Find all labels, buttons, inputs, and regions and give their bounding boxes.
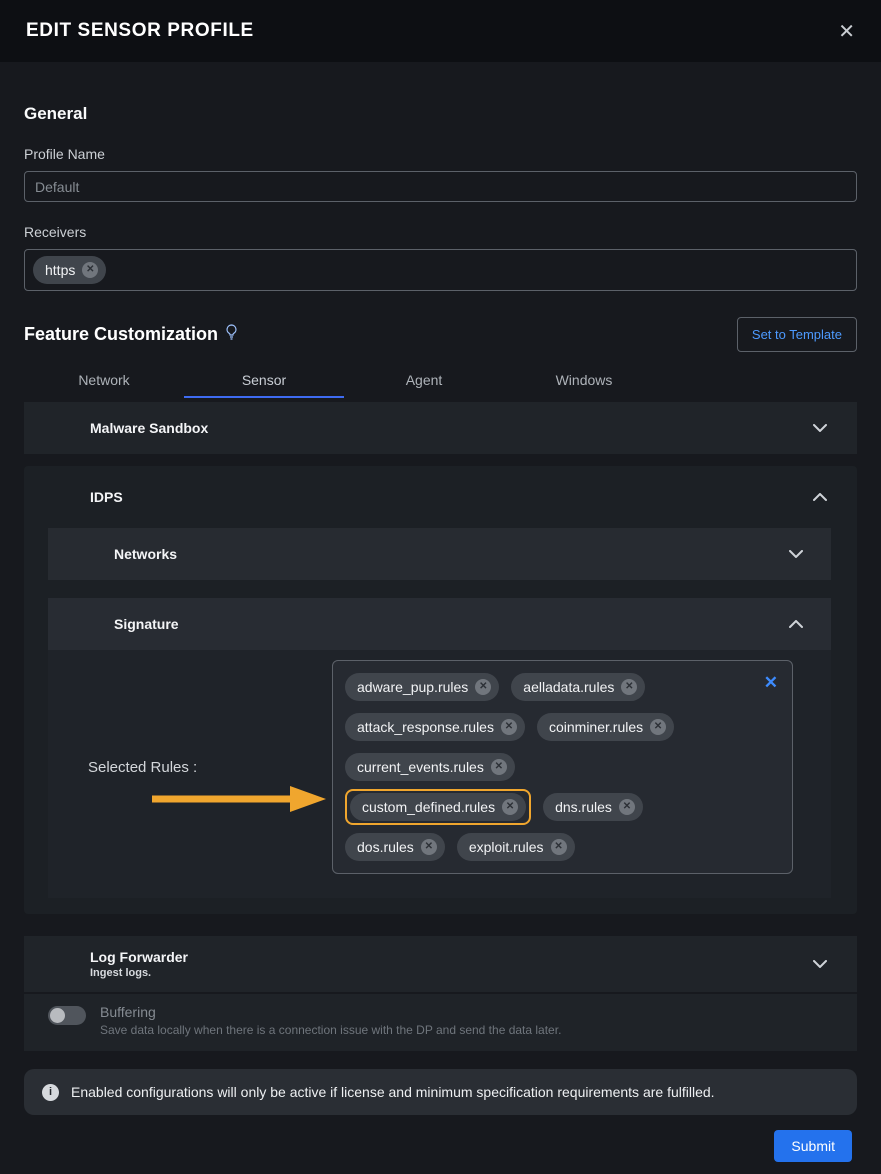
buffering-labels: Buffering Save data locally when there i… [100,1004,561,1037]
receivers-field[interactable]: https ✕ [24,249,857,291]
modal-body: General Profile Name Receivers https ✕ F… [0,104,881,1162]
accordion-networks[interactable]: Networks [48,528,831,580]
rule-chip-row: custom_defined.rules ✕ dns.rules ✕ [339,787,786,827]
receivers-label: Receivers [24,224,857,240]
accordion-idps[interactable]: IDPS [24,466,857,528]
submit-button[interactable]: Submit [774,1130,852,1162]
buffering-description: Save data locally when there is a connec… [100,1023,561,1037]
log-forwarder-sublabel: Ingest logs. [90,967,188,979]
rule-chip: adware_pup.rules ✕ [345,673,499,701]
log-forwarder-label: Log Forwarder [90,949,188,965]
info-banner: i Enabled configurations will only be ac… [24,1069,857,1115]
close-icon[interactable]: ✕ [838,19,855,44]
buffering-row: Buffering Save data locally when there i… [24,994,857,1051]
accordion-log-forwarder[interactable]: Log Forwarder Ingest logs. [24,936,857,992]
rule-chip-label: exploit.rules [469,839,544,855]
rule-chip: coinminer.rules ✕ [537,713,674,741]
page-title: EDIT SENSOR PROFILE [26,20,254,42]
profile-name-input[interactable] [24,171,857,202]
chevron-up-icon[interactable] [789,615,803,633]
tab-network[interactable]: Network [24,362,184,398]
rule-chip: dns.rules ✕ [543,793,643,821]
toggle-knob [50,1008,65,1023]
remove-rule-icon[interactable]: ✕ [502,799,518,815]
rule-chip-label: current_events.rules [357,759,484,775]
buffering-label: Buffering [100,1004,561,1020]
remove-rule-icon[interactable]: ✕ [551,839,567,855]
rule-chip-label: aelladata.rules [523,679,614,695]
idps-label: IDPS [90,489,123,505]
tab-agent[interactable]: Agent [344,362,504,398]
receiver-chip-label: https [45,262,75,278]
chevron-down-icon[interactable] [789,545,803,563]
rule-chip-label: dns.rules [555,799,612,815]
rule-chip: current_events.rules ✕ [345,753,515,781]
remove-rule-icon[interactable]: ✕ [621,679,637,695]
buffering-toggle[interactable] [48,1006,86,1025]
chevron-down-icon[interactable] [813,419,827,437]
log-forwarder-labels: Log Forwarder Ingest logs. [90,949,188,979]
profile-name-label: Profile Name [24,146,857,162]
signature-content: Selected Rules : ✕ adware_pup.rules ✕ ae… [48,650,831,898]
general-heading: General [24,104,857,124]
rule-chip-row: current_events.rules ✕ [339,747,786,787]
rule-chip-row: attack_response.rules ✕ coinminer.rules … [339,707,786,747]
malware-sandbox-label: Malware Sandbox [90,420,208,436]
remove-rule-icon[interactable]: ✕ [501,719,517,735]
rule-chip: exploit.rules ✕ [457,833,575,861]
rule-chip: dos.rules ✕ [345,833,445,861]
highlight-arrow [150,785,328,813]
remove-rule-icon[interactable]: ✕ [475,679,491,695]
feature-customization-heading: Feature Customization [24,324,237,345]
feature-customization-title: Feature Customization [24,324,218,345]
modal-footer: Submit [24,1130,852,1162]
rule-chip-label: dos.rules [357,839,414,855]
rule-chip-label: adware_pup.rules [357,679,468,695]
lightbulb-icon[interactable] [226,324,237,345]
rule-chip-label: attack_response.rules [357,719,494,735]
idps-panel: IDPS Networks Signature Selected Rules : [24,466,857,914]
selected-rules-multiselect[interactable]: ✕ adware_pup.rules ✕ aelladata.rules ✕ [332,660,793,874]
remove-rule-icon[interactable]: ✕ [421,839,437,855]
feature-tabs: Network Sensor Agent Windows [24,362,857,398]
remove-rule-icon[interactable]: ✕ [619,799,635,815]
set-to-template-button[interactable]: Set to Template [737,317,857,352]
info-banner-text: Enabled configurations will only be acti… [71,1084,715,1100]
rule-chip: attack_response.rules ✕ [345,713,525,741]
remove-receiver-icon[interactable]: ✕ [82,262,98,278]
signature-label: Signature [114,616,179,632]
highlight-outline: custom_defined.rules ✕ [345,789,531,825]
remove-rule-icon[interactable]: ✕ [491,759,507,775]
tab-sensor[interactable]: Sensor [184,362,344,398]
feature-customization-row: Feature Customization Set to Template [24,317,857,352]
rule-chip: aelladata.rules ✕ [511,673,645,701]
rule-chip-label: custom_defined.rules [362,799,495,815]
modal-header: EDIT SENSOR PROFILE ✕ [0,0,881,62]
chevron-down-icon[interactable] [813,955,827,973]
selected-rules-label: Selected Rules : [88,759,332,776]
accordion-signature[interactable]: Signature [48,598,831,650]
info-icon: i [42,1084,59,1101]
signature-panel: Signature Selected Rules : ✕ adware_pup.… [48,598,831,898]
networks-label: Networks [114,546,177,562]
tab-windows[interactable]: Windows [504,362,664,398]
rule-chip-row: adware_pup.rules ✕ aelladata.rules ✕ [339,667,786,707]
receiver-chip: https ✕ [33,256,106,284]
clear-rules-icon[interactable]: ✕ [764,673,778,693]
accordion-malware-sandbox[interactable]: Malware Sandbox [24,402,857,454]
chevron-up-icon[interactable] [813,488,827,506]
rule-chip-highlighted: custom_defined.rules ✕ [350,793,526,821]
remove-rule-icon[interactable]: ✕ [650,719,666,735]
rule-chip-label: coinminer.rules [549,719,643,735]
rule-chip-row: dos.rules ✕ exploit.rules ✕ [339,827,786,867]
